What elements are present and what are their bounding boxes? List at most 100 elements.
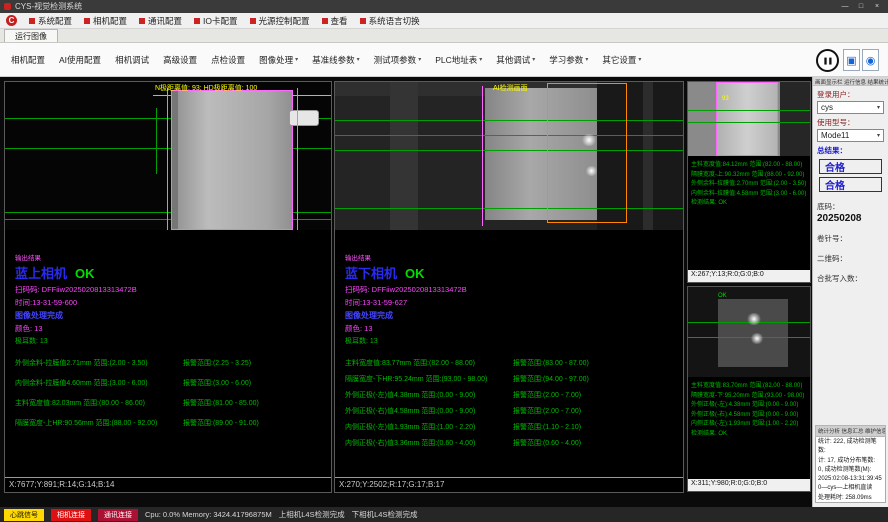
snapshot-button[interactable]: ▣ (843, 49, 860, 71)
status-bar: 心跳信号 相机连接 通讯连接 Cpu: 0.0% Memory: 3424.41… (0, 507, 888, 522)
aux-image-bottom[interactable]: OK (688, 287, 810, 377)
tab-run-image[interactable]: 运行图像 (4, 29, 58, 42)
guide-line (335, 150, 683, 151)
close-button[interactable]: × (870, 1, 884, 12)
chevron-down-icon: ▾ (479, 56, 482, 63)
product-region (171, 90, 293, 230)
measurement-row: 内侧正极(-左)值1.93mm 范围:(1.00 - 2.20)报警范围:(1.… (345, 422, 679, 432)
tool-camera-debug[interactable]: 相机调试 (108, 43, 156, 76)
tool-image-processing[interactable]: 图像处理▾ (252, 43, 305, 76)
aux-measure-lines: 主料宽度值:83.70mm 范围:(82.00 - 88.00) 隔膜宽度-下:… (688, 377, 810, 440)
measure-line-text: 隔膜宽度-上:90.32mm 范围:(88.00 - 92.00) (691, 171, 807, 181)
guide-line (688, 110, 810, 111)
lower-camera-image[interactable]: AI检测画面 (335, 82, 683, 230)
process-status-line: 图像处理完成 (15, 310, 327, 321)
minimize-button[interactable]: — (838, 1, 852, 12)
menu-language-switch[interactable]: 系统语言切换 (360, 15, 420, 27)
statistics-body: 统计: 222, 成功检测笔数: 计: 17, 成功分布笔数: 0, 成功检测笔… (815, 437, 886, 503)
stat-line: 计: 17, 成功分布笔数: (818, 457, 883, 466)
tool-plc-address[interactable]: PLC地址表▾ (428, 43, 489, 76)
tool-other-settings[interactable]: 其它设置▾ (595, 43, 648, 76)
tool-ai-config[interactable]: AI使用配置 (52, 43, 108, 76)
menu-view[interactable]: 查看 (322, 15, 348, 27)
tool-learning-params[interactable]: 学习参数▾ (542, 43, 595, 76)
total-result-box-2: 合格 (819, 177, 882, 192)
pause-button[interactable]: ❚❚ (816, 49, 839, 72)
cursor-coords: X:267;Y:13;R:0;G:0;B:0 (688, 270, 810, 282)
heartbeat-badge: 心跳信号 (4, 509, 44, 521)
statistics-tabs[interactable]: 统计分析 信息汇总 维护信息 (815, 425, 886, 437)
measure-line-text: 主料宽度值:84.12mm 范围:(82.00 - 88.00) (691, 161, 807, 171)
measure-line-text: 主料宽度值:83.70mm 范围:(82.00 - 88.00) (691, 382, 807, 392)
menu-comm-config[interactable]: 通讯配置 (139, 15, 182, 27)
total-result-label: 总结果： (813, 142, 888, 156)
camera-result-title: 蓝下相机 OK (345, 263, 679, 282)
menu-light-config[interactable]: 光源控制配置 (250, 15, 310, 27)
chevron-down-icon: ▾ (585, 56, 588, 63)
menu-icon (194, 18, 200, 24)
aux-image-top[interactable]: 93 (688, 82, 810, 156)
aux-view-top: 93 主料宽度值:84.12mm 范围:(82.00 - 88.00) 隔膜宽度… (687, 81, 811, 283)
tool-camera-config[interactable]: 相机配置 (4, 43, 52, 76)
title-bar: CYS-视觉检测系统 — □ × (0, 0, 888, 13)
guide-line (335, 208, 683, 209)
guide-line (335, 135, 683, 136)
cursor-coords: X:7677;Y:891;R:14;G:14;B:14 (5, 477, 331, 492)
barcode-line: 扫码码: DFFiiw2025020813313472B (345, 284, 679, 295)
menu-icon (250, 18, 256, 24)
image-overlay-text: OK (718, 293, 727, 299)
window-title: CYS-视觉检测系统 (15, 1, 82, 12)
measurement-row: 外侧正极(-右)值4.58mm 范围:(0.00 - 9.00)报警范围:(2.… (345, 406, 679, 416)
menu-camera-config[interactable]: 相机配置 (84, 15, 127, 27)
measurement-row: 内侧正极(-右)值3.36mm 范围:(0.60 - 4.00)报警范围:(0.… (345, 438, 679, 448)
chevron-down-icon: ▾ (418, 56, 421, 63)
lower-camera-status: 下相机L4S检测完成 (352, 509, 418, 520)
color-line: 颜色: 13 (345, 323, 679, 334)
upper-result-text: 输出结果 蓝上相机 OK 扫码码: DFFiiw2025020813313472… (15, 252, 327, 428)
aux-measure-lines: 主料宽度值:84.12mm 范围:(82.00 - 88.00) 隔膜宽度-上:… (688, 156, 810, 209)
menu-icon (360, 18, 366, 24)
record-button[interactable]: ◉ (862, 49, 879, 71)
sidebar-header: 画面显示栏 运行信息 结果统计 (813, 77, 888, 86)
tool-test-params[interactable]: 测试项参数▾ (367, 43, 429, 76)
menu-bar: C 系统配置 相机配置 通讯配置 IO卡配置 光源控制配置 查看 系统语言切换 (0, 13, 888, 29)
tool-spot-check[interactable]: 点检设置 (204, 43, 252, 76)
menu-system-config[interactable]: 系统配置 (29, 15, 72, 27)
measure-line-text: 外侧余料-拉膜值:2.70mm 范围:(2.00 - 3.50) (691, 180, 807, 190)
chevron-down-icon: ▾ (357, 56, 360, 63)
chevron-down-icon: ▾ (877, 104, 880, 111)
statistics-box: 统计分析 信息汇总 维护信息 统计: 222, 成功检测笔数: 计: 17, 成… (815, 425, 886, 503)
camera-name: 蓝上相机 (15, 263, 67, 282)
app-logo: C (6, 15, 17, 26)
tool-advanced-settings[interactable]: 高级设置 (156, 43, 204, 76)
tool-other-debug[interactable]: 其他调试▾ (489, 43, 542, 76)
measure-line (482, 86, 483, 226)
menu-io-config[interactable]: IO卡配置 (194, 15, 237, 27)
qr-label: 二维码： (813, 250, 888, 264)
guide-line (688, 337, 810, 338)
barcode-line: 扫码码: DFFiiw2025020813313472B (15, 284, 327, 295)
upper-camera-image[interactable]: N极距离值: 93; HD极距离值: 100 (5, 82, 331, 230)
menu-icon (29, 18, 35, 24)
extra-line: 极耳数: 13 (345, 336, 679, 346)
measurement-row: 主料宽度值:82.03mm 范围:(80.00 - 86.00)报警范围:(81… (15, 398, 327, 408)
stat-line: 统计: 222, 成功检测笔数: (818, 438, 883, 457)
model-select[interactable]: Mode11 ▾ (817, 129, 884, 142)
tool-baseline-params[interactable]: 基准线参数▾ (305, 43, 367, 76)
result-tag: 输出结果 (15, 252, 327, 262)
login-user-select[interactable]: cys ▾ (817, 101, 884, 114)
tab-row: 运行图像 (0, 29, 888, 43)
menu-icon (322, 18, 328, 24)
measurement-list: 主料宽度值:83.77mm 范围:(82.00 - 88.00)报警范围:(83… (345, 358, 679, 448)
lower-result-text: 输出结果 蓝下相机 OK 扫码码: DFFiiw2025020813313472… (345, 252, 679, 448)
measure-line (167, 88, 168, 230)
dark-region (780, 82, 810, 156)
cursor-coords: X:311;Y:980;R:0;G:0;B:0 (688, 479, 810, 491)
product-region (716, 82, 778, 156)
stat-line: 2025:02:08-13:31:39:45 (818, 475, 883, 484)
measurement-row: 主料宽度值:83.77mm 范围:(82.00 - 88.00)报警范围:(83… (345, 358, 679, 368)
glare-spot (585, 166, 598, 176)
image-overlay-text: N极距离值: 93; HD极距离值: 100 (155, 83, 257, 93)
maximize-button[interactable]: □ (854, 1, 868, 12)
measure-line-text: 检测结果: OK (691, 430, 807, 440)
